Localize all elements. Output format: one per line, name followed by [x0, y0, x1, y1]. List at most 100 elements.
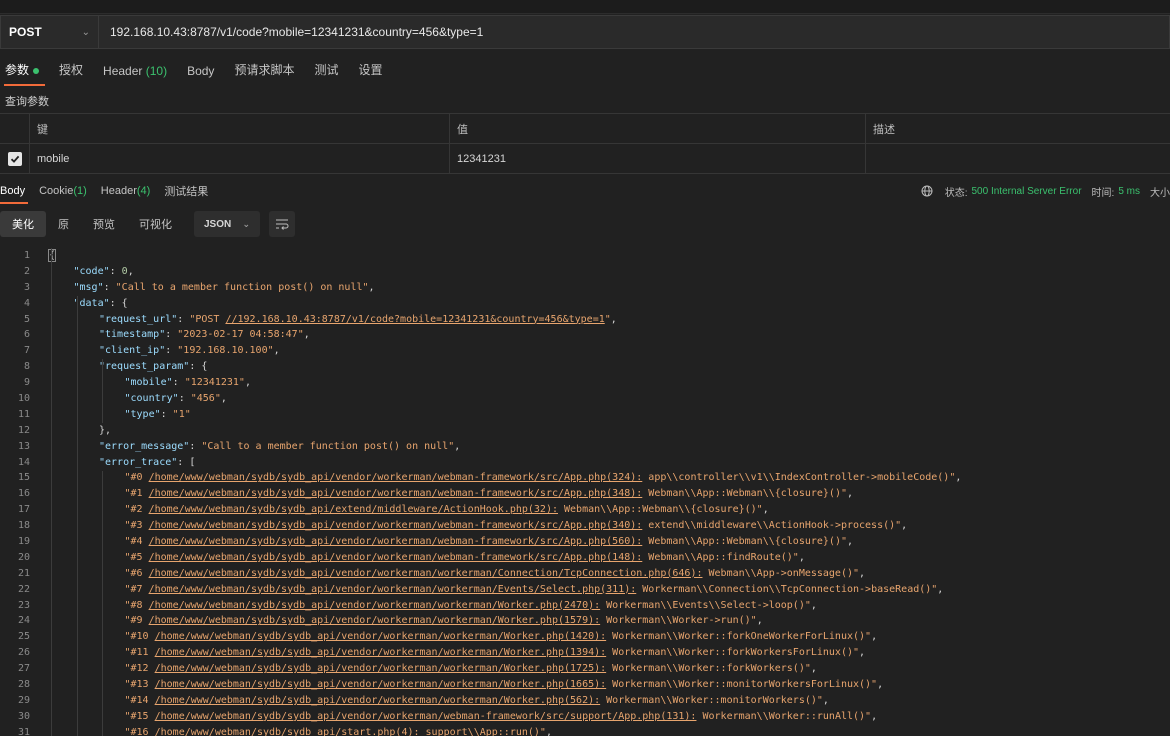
url-input[interactable]: 192.168.10.43:8787/v1/code?mobile=123412… [98, 15, 1170, 49]
line-number: 24 [17, 615, 30, 627]
param-desc-cell[interactable] [866, 144, 1170, 173]
code-token: Webman\\App::Webman\\{closure}()" [558, 504, 763, 516]
response-tab-3[interactable]: 测试结果 [157, 178, 215, 204]
code-token: , [901, 520, 908, 532]
code-line: 5 "request_url": "POST //192.168.10.43:87… [0, 312, 1170, 328]
code-line: 19 "#4 /home/www/webman/sydb/sydb_api/ven… [0, 534, 1170, 550]
tab-label: 设置 [358, 63, 383, 77]
code-text: "timestamp": "2023-02-17 04:58:47", [99, 327, 310, 343]
view-tab-3[interactable]: 可视化 [127, 211, 184, 237]
code-text: "#7 /home/www/webman/sydb/sydb_api/vendo… [125, 582, 944, 598]
code-text: "#15 /home/www/webman/sydb/sydb_api/vend… [125, 709, 878, 725]
line-number: 15 [17, 472, 30, 484]
response-tab-count: (1) [73, 185, 87, 197]
code-token: Webman\\App->onMessage()" [702, 567, 860, 579]
response-status: 状态: 500 Internal Server Error 时间: 5 ms 大… [921, 178, 1170, 204]
view-tab-2[interactable]: 预览 [81, 211, 127, 237]
code-line: 30 "#15 /home/www/webman/sydb/sydb_api/ve… [0, 709, 1170, 725]
code-token: , [846, 536, 854, 548]
tab-1[interactable]: 授权 [49, 61, 93, 86]
tab-label: Header [103, 64, 143, 78]
line-number: 22 [17, 583, 30, 595]
code-token: , [859, 647, 866, 659]
code-token: "#13 [124, 679, 155, 691]
code-token: "request_param" [99, 361, 190, 373]
code-line: 20 "#5 /home/www/webman/sydb/sydb_api/ven… [0, 550, 1170, 566]
code-token: , [368, 281, 375, 293]
tab-0[interactable]: 参数 [0, 61, 49, 86]
code-token: "#14 [124, 694, 155, 706]
param-key-cell[interactable]: mobile [30, 144, 450, 173]
code-token: Workerman\\Worker::monitorWorkersForLinu… [606, 679, 878, 691]
code-token: "country" [124, 393, 179, 405]
code-token: , [545, 726, 552, 736]
line-number: 12 [17, 424, 30, 436]
code-token: Workerman\\Worker->run()" [600, 615, 757, 627]
code-token: Workerman\\Events\\Select->loop()" [600, 599, 811, 611]
code-token: : [165, 329, 178, 341]
code-token: , [871, 631, 878, 643]
view-tab-0[interactable]: 美化 [0, 211, 46, 237]
tab-2[interactable]: Header (10) [93, 64, 177, 86]
code-token: /home/www/webman/sydb/sydb_api/vendor/wo… [154, 631, 607, 643]
code-token: Workerman\\Worker::runAll()" [696, 710, 872, 722]
code-token: "#15 [124, 710, 155, 722]
code-token: "#11 [124, 647, 155, 659]
line-number: 21 [17, 567, 30, 579]
code-token: //192.168.10.43:8787/v1/code?mobile=1234… [225, 313, 605, 325]
line-number: 28 [17, 679, 30, 691]
response-body-code[interactable]: 1{2 "code": 0, 3 "msg": "Call to a member f… [0, 248, 1170, 736]
code-token: : [160, 408, 173, 420]
code-line: 18 "#3 /home/www/webman/sydb/sydb_api/ven… [0, 518, 1170, 534]
code-line: 21 "#6 /home/www/webman/sydb/sydb_api/ven… [0, 566, 1170, 582]
view-tab-1[interactable]: 原 [46, 211, 81, 237]
code-line: 26 "#11 /home/www/webman/sydb/sydb_api/ve… [0, 645, 1170, 661]
code-token: , [822, 694, 829, 706]
code-token: , [846, 488, 854, 500]
response-tab-0[interactable]: Body [0, 178, 32, 204]
method-select[interactable]: POST ⌄ [0, 15, 98, 49]
wrap-lines-button[interactable] [269, 211, 295, 237]
globe-icon[interactable] [921, 185, 933, 197]
line-number: 16 [17, 488, 30, 500]
code-line: 17 "#2 /home/www/webman/sydb/sydb_api/ext… [0, 502, 1170, 518]
code-line: 7 "client_ip": "192.168.10.100", [0, 343, 1170, 359]
params-indicator-dot [33, 67, 40, 74]
tab-5[interactable]: 测试 [304, 61, 348, 86]
line-number: 2 [23, 265, 30, 277]
code-line: 14 "error_trace": [ [0, 455, 1170, 471]
code-text: "#8 /home/www/webman/sydb/sydb_api/vendo… [125, 598, 817, 614]
code-token: , [244, 377, 251, 389]
code-line: 3 "msg": "Call to a member function post(… [0, 280, 1170, 296]
tab-3[interactable]: Body [177, 64, 224, 86]
tab-4[interactable]: 预请求脚本 [224, 61, 304, 86]
code-token: "456" [190, 393, 221, 405]
top-strip [0, 0, 1170, 14]
code-text: "data": { [74, 296, 128, 312]
code-token: "request_url" [99, 313, 178, 325]
code-token: : [165, 345, 178, 357]
code-token: : { [109, 297, 128, 309]
response-tab-1[interactable]: Cookie (1) [32, 178, 94, 204]
code-text: "msg": "Call to a member function post()… [74, 280, 375, 296]
params-header-row: 键 值 描述 [0, 114, 1170, 144]
code-token: "#2 [124, 504, 149, 516]
code-token: /home/www/webman/sydb/sydb_api/vendor/wo… [154, 647, 607, 659]
response-tab-2[interactable]: Header (4) [94, 178, 158, 204]
code-text: "#11 /home/www/webman/sydb/sydb_api/vend… [125, 645, 866, 661]
params-header-key: 键 [30, 114, 450, 143]
line-number: 26 [17, 647, 30, 659]
code-token: "#7 [124, 583, 149, 595]
param-enabled-checkbox[interactable] [7, 151, 22, 166]
time-value: 5 ms [1118, 185, 1140, 197]
code-text: "error_message": "Call to a member funct… [99, 439, 460, 455]
code-line: 22 "#7 /home/www/webman/sydb/sydb_api/ven… [0, 582, 1170, 598]
line-number: 11 [17, 408, 30, 420]
tab-count: (10) [145, 64, 168, 78]
params-row: mobile 12341231 [0, 144, 1170, 174]
code-token: "12341231" [184, 377, 245, 389]
param-value-cell[interactable]: 12341231 [450, 144, 866, 173]
tab-6[interactable]: 设置 [348, 61, 392, 86]
format-select[interactable]: JSON ⌄ [194, 211, 260, 237]
code-token: "#12 [124, 663, 155, 675]
